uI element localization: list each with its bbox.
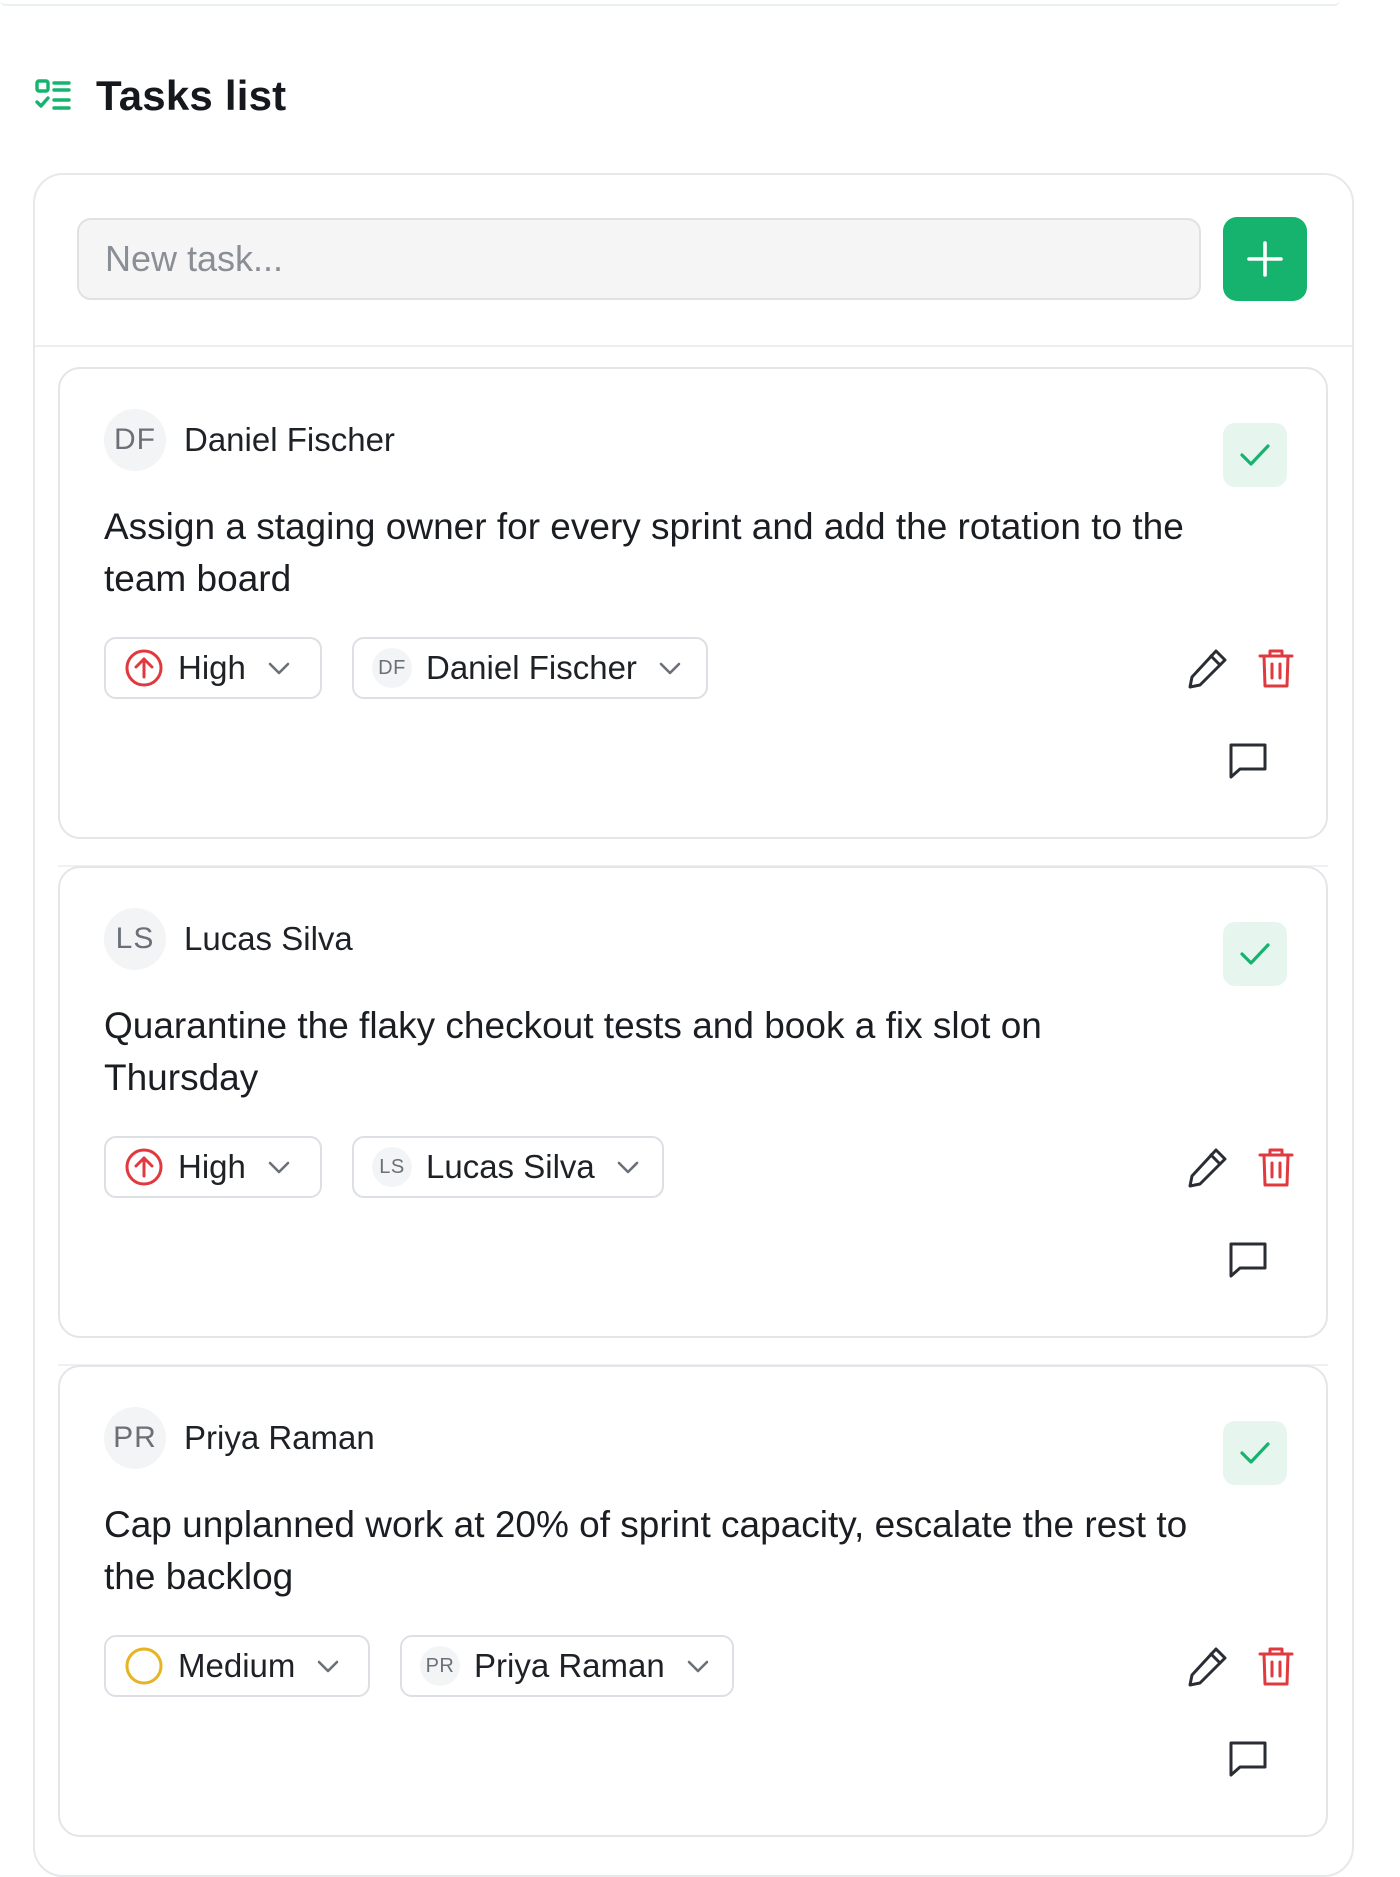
pencil-icon xyxy=(1186,1145,1230,1189)
check-icon xyxy=(1238,937,1272,971)
check-icon xyxy=(1238,438,1272,472)
edit-button[interactable] xyxy=(1180,1638,1236,1694)
arrow-up-circle-icon xyxy=(124,648,164,688)
circle-icon xyxy=(124,1646,164,1686)
arrow-up-circle-icon xyxy=(124,1147,164,1187)
task-text: Cap unplanned work at 20% of sprint capa… xyxy=(104,1504,1188,1597)
plus-icon xyxy=(1245,239,1285,279)
comment-icon xyxy=(1227,1739,1269,1779)
comment-icon xyxy=(1227,741,1269,781)
top-divider xyxy=(0,0,1340,6)
avatar: DF xyxy=(372,648,412,688)
chevron-down-icon xyxy=(657,655,683,681)
task-card: LS Lucas Silva Quarantine the flaky chec… xyxy=(58,866,1328,1338)
author-name: Daniel Fischer xyxy=(184,421,395,458)
task-card: DF Daniel Fischer Assign a staging owner… xyxy=(58,367,1328,839)
trash-icon xyxy=(1256,1644,1296,1688)
comment-button[interactable] xyxy=(1220,733,1276,789)
new-task-input[interactable] xyxy=(77,218,1201,300)
delete-button[interactable] xyxy=(1248,1638,1304,1694)
avatar: PR xyxy=(104,1407,166,1469)
priority-select[interactable]: High xyxy=(104,637,322,699)
avatar: PR xyxy=(420,1646,460,1686)
complete-task-button[interactable] xyxy=(1223,423,1287,487)
comment-icon xyxy=(1227,1240,1269,1280)
add-task-button[interactable] xyxy=(1223,217,1307,301)
author-name: Priya Raman xyxy=(184,1419,375,1456)
chevron-down-icon xyxy=(685,1653,711,1679)
trash-icon xyxy=(1256,1145,1296,1189)
chevron-down-icon xyxy=(615,1154,641,1180)
priority-select[interactable]: High xyxy=(104,1136,322,1198)
avatar: DF xyxy=(104,409,166,471)
delete-button[interactable] xyxy=(1248,1139,1304,1195)
edit-button[interactable] xyxy=(1180,1139,1236,1195)
tasks-panel: DF Daniel Fischer Assign a staging owner… xyxy=(33,173,1354,1877)
assignee-label: Daniel Fischer xyxy=(426,649,637,686)
complete-task-button[interactable] xyxy=(1223,1421,1287,1485)
page-title: Tasks list xyxy=(96,72,287,119)
author-name: Lucas Silva xyxy=(184,920,353,957)
check-icon xyxy=(1238,1436,1272,1470)
task-author: LS Lucas Silva xyxy=(104,908,353,970)
task-text: Assign a staging owner for every sprint … xyxy=(104,506,1184,599)
task-list-icon xyxy=(34,77,72,115)
assignee-select[interactable]: DF Daniel Fischer xyxy=(352,637,708,699)
comment-button[interactable] xyxy=(1220,1731,1276,1787)
pencil-icon xyxy=(1186,1644,1230,1688)
pencil-icon xyxy=(1186,646,1230,690)
priority-label: High xyxy=(178,1148,246,1185)
assignee-label: Priya Raman xyxy=(474,1647,665,1684)
trash-icon xyxy=(1256,646,1296,690)
chevron-down-icon xyxy=(266,1154,292,1180)
task-author: DF Daniel Fischer xyxy=(104,409,395,471)
task-text: Quarantine the flaky checkout tests and … xyxy=(104,1005,1042,1098)
task-author: PR Priya Raman xyxy=(104,1407,375,1469)
page-header: Tasks list xyxy=(34,66,286,126)
chevron-down-icon xyxy=(315,1653,341,1679)
assignee-label: Lucas Silva xyxy=(426,1148,595,1185)
edit-button[interactable] xyxy=(1180,640,1236,696)
assignee-select[interactable]: PR Priya Raman xyxy=(400,1635,734,1697)
complete-task-button[interactable] xyxy=(1223,922,1287,986)
assignee-select[interactable]: LS Lucas Silva xyxy=(352,1136,664,1198)
avatar: LS xyxy=(104,908,166,970)
priority-label: Medium xyxy=(178,1647,296,1684)
priority-label: High xyxy=(178,649,246,686)
chevron-down-icon xyxy=(266,655,292,681)
delete-button[interactable] xyxy=(1248,640,1304,696)
comment-button[interactable] xyxy=(1220,1232,1276,1288)
new-task-row xyxy=(35,175,1352,347)
task-card: PR Priya Raman Cap unplanned work at 20%… xyxy=(58,1365,1328,1837)
avatar: LS xyxy=(372,1147,412,1187)
priority-select[interactable]: Medium xyxy=(104,1635,370,1697)
